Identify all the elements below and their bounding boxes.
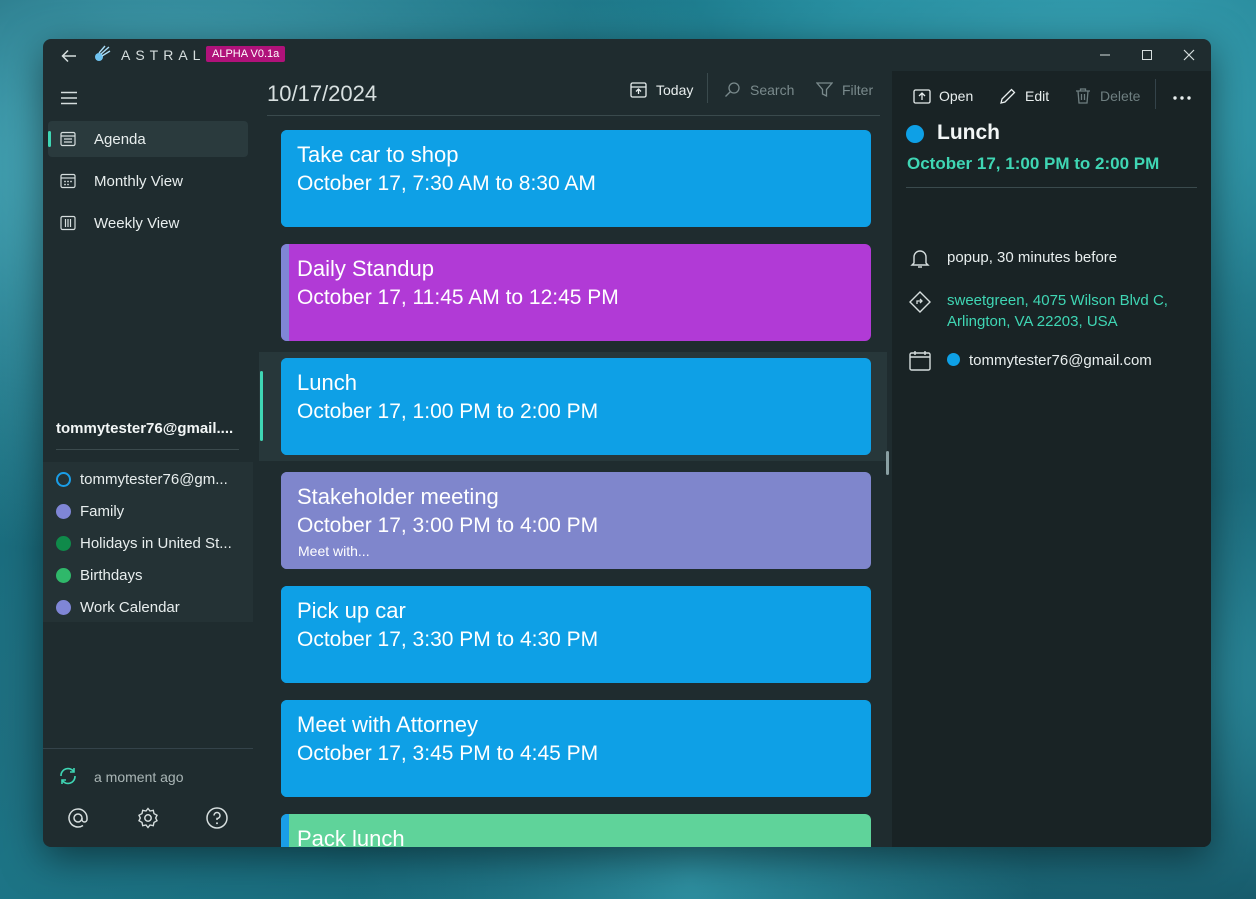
event-time: October 17, 3:45 PM to 4:45 PM <box>297 742 599 765</box>
calendar-stripe <box>281 586 289 683</box>
event-time: October 17, 11:45 AM to 12:45 PM <box>297 286 619 309</box>
event-note: Meet with... <box>298 543 370 559</box>
calendar-stripe <box>281 472 289 569</box>
minimize-button[interactable] <box>1085 43 1125 67</box>
calendar-stripe <box>281 130 289 227</box>
event-list: Take car to shop October 17, 7:30 AM to … <box>43 39 893 847</box>
event-time: October 17, 1:00 PM to 2:00 PM <box>297 400 599 423</box>
open-label: Open <box>939 88 974 104</box>
bell-icon <box>908 246 932 270</box>
open-external-icon <box>913 89 931 104</box>
detail-time: October 17, 1:00 PM to 2:00 PM <box>907 154 1160 173</box>
maximize-button[interactable] <box>1127 43 1167 67</box>
event-card[interactable]: Take car to shop October 17, 7:30 AM to … <box>281 130 871 227</box>
calendar-stripe <box>281 244 289 341</box>
event-detail-panel: Open Edit Delete Lunch October 17, 1:00 … <box>892 71 1211 847</box>
calendar-color-dot <box>947 353 960 366</box>
detail-title: Lunch <box>937 121 1000 144</box>
location-link[interactable]: sweetgreen, 4075 Wilson Blvd C, Arlingto… <box>947 290 1197 332</box>
divider <box>906 187 1197 188</box>
divider <box>1155 79 1156 109</box>
pencil-icon <box>1000 88 1016 104</box>
event-card[interactable]: Pick up car October 17, 3:30 PM to 4:30 … <box>281 586 871 683</box>
event-title: Lunch <box>297 370 357 395</box>
event-title: Pick up car <box>297 598 406 623</box>
event-color-dot <box>906 125 924 143</box>
delete-button[interactable]: Delete <box>1074 87 1140 105</box>
event-title: Daily Standup <box>297 256 434 281</box>
delete-label: Delete <box>1100 88 1141 104</box>
close-button[interactable] <box>1169 43 1209 67</box>
event-title: Pack lunch <box>297 826 405 847</box>
reminder-text: popup, 30 minutes before <box>947 249 1118 266</box>
calendar-name: tommytester76@gmail.com <box>969 352 1152 369</box>
event-time: October 17, 3:30 PM to 4:30 PM <box>297 628 599 651</box>
edit-button[interactable]: Edit <box>999 87 1049 105</box>
event-title: Meet with Attorney <box>297 712 478 737</box>
calendar-stripe <box>281 700 289 797</box>
event-card[interactable]: Stakeholder meeting October 17, 3:00 PM … <box>281 472 871 569</box>
event-card[interactable]: Pack lunch <box>281 814 871 847</box>
event-title: Take car to shop <box>297 142 459 167</box>
scrollbar-thumb[interactable] <box>886 451 889 475</box>
event-card[interactable]: Lunch October 17, 1:00 PM to 2:00 PM <box>281 358 871 455</box>
calendar-stripe <box>281 814 289 847</box>
calendar-row: tommytester76@gmail.com <box>947 350 1152 371</box>
calendar-stripe <box>281 358 289 455</box>
event-card[interactable]: Daily Standup October 17, 11:45 AM to 12… <box>281 244 871 341</box>
event-card[interactable]: Meet with Attorney October 17, 3:45 PM t… <box>281 700 871 797</box>
trash-icon <box>1076 88 1090 104</box>
open-button[interactable]: Open <box>913 87 973 105</box>
location-directions-icon <box>908 290 932 314</box>
event-time: October 17, 3:00 PM to 4:00 PM <box>297 514 599 537</box>
event-title: Stakeholder meeting <box>297 484 499 509</box>
more-options-icon[interactable] <box>1172 89 1192 107</box>
event-time: October 17, 7:30 AM to 8:30 AM <box>297 172 596 195</box>
edit-label: Edit <box>1025 88 1050 104</box>
app-window: ASTRAL ALPHA V0.1a Agenda Monthly View W… <box>43 39 1211 847</box>
calendar-icon <box>908 349 932 373</box>
